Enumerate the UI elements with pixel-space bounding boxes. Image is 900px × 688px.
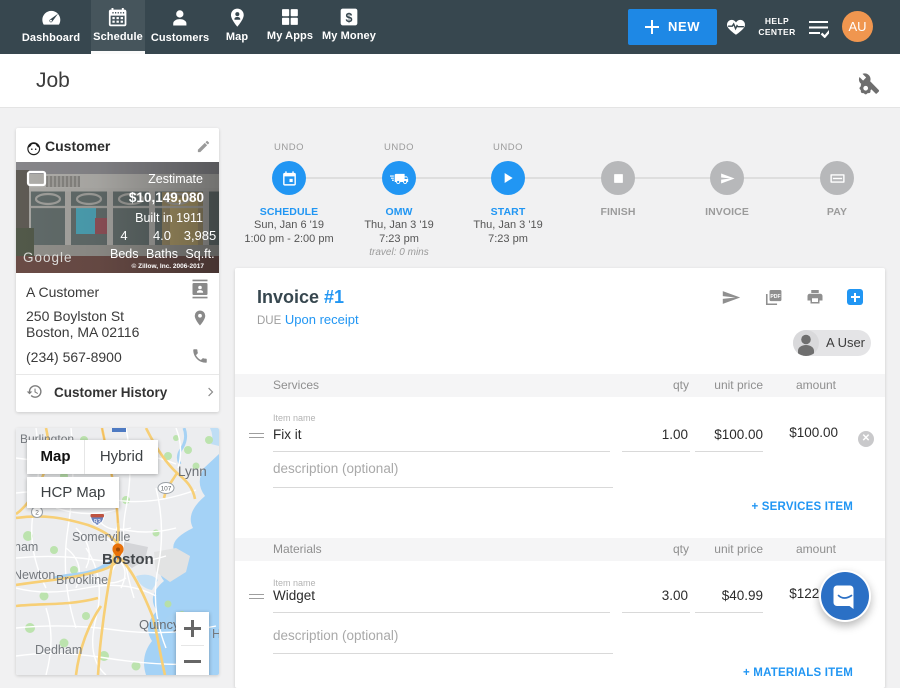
svg-text:Boston: Boston xyxy=(102,551,154,568)
svg-text:2: 2 xyxy=(35,510,39,517)
svg-text:ham: ham xyxy=(16,540,38,554)
svg-text:$: $ xyxy=(346,11,353,25)
svg-text:Hi: Hi xyxy=(212,627,219,641)
svg-text:PDF: PDF xyxy=(770,294,780,300)
svg-text:Dedham: Dedham xyxy=(35,643,82,657)
svg-text:Brookline: Brookline xyxy=(56,573,108,587)
svg-text:93: 93 xyxy=(94,519,102,526)
svg-text:Lynn: Lynn xyxy=(178,464,207,479)
svg-text:Quincy: Quincy xyxy=(139,617,180,632)
svg-text:107: 107 xyxy=(161,486,172,493)
svg-text:Somerville: Somerville xyxy=(72,530,130,544)
svg-text:Newton: Newton xyxy=(16,568,55,582)
